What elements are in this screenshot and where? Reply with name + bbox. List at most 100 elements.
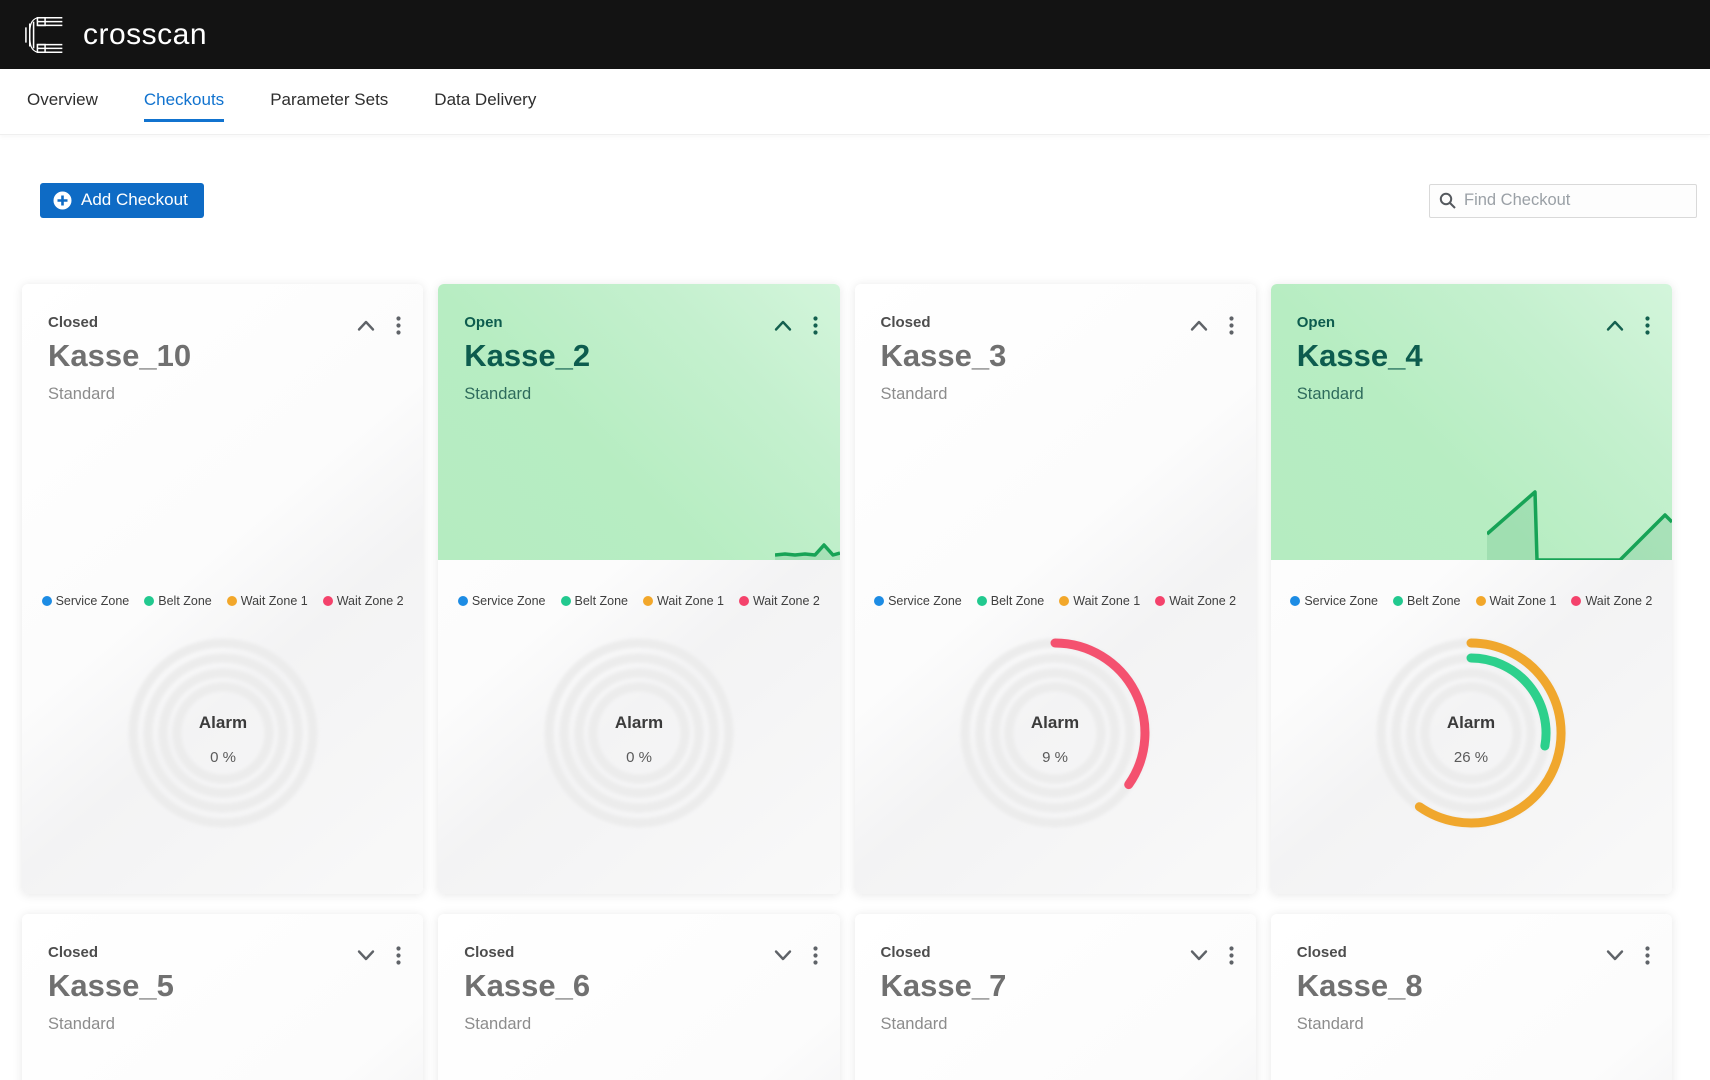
tab-data-delivery[interactable]: Data Delivery bbox=[434, 90, 536, 119]
legend-item: Belt Zone bbox=[144, 594, 212, 608]
alarm-gauge: Alarm9 % bbox=[940, 618, 1170, 848]
add-checkout-button[interactable]: Add Checkout bbox=[40, 183, 204, 218]
card-actions bbox=[1189, 946, 1234, 965]
zone-label: Wait Zone 1 bbox=[657, 594, 724, 608]
checkout-type: Standard bbox=[464, 385, 817, 404]
plus-circle-icon bbox=[53, 191, 72, 210]
checkout-card: Closed Kasse_6 Standard bbox=[438, 914, 839, 1080]
checkout-card: Closed Kasse_8 Standard bbox=[1271, 914, 1672, 1080]
main-nav: Overview Checkouts Parameter Sets Data D… bbox=[0, 69, 1710, 135]
chevron-toggle-icon[interactable] bbox=[773, 317, 793, 334]
status-badge: Closed bbox=[881, 314, 1234, 331]
legend-item: Wait Zone 2 bbox=[739, 594, 820, 608]
checkout-card-header: Closed Kasse_3 Standard bbox=[855, 284, 1256, 560]
kebab-menu-icon[interactable] bbox=[1645, 316, 1650, 335]
status-badge: Closed bbox=[464, 944, 817, 961]
zone-label: Wait Zone 1 bbox=[1490, 594, 1557, 608]
checkout-name: Kasse_10 bbox=[48, 338, 401, 374]
chevron-toggle-icon[interactable] bbox=[1189, 947, 1209, 964]
checkout-name: Kasse_2 bbox=[464, 338, 817, 374]
alarm-gauge-wrap: Alarm26 % bbox=[1271, 618, 1672, 848]
checkout-card-header: Open Kasse_4 Standard bbox=[1271, 284, 1672, 560]
checkout-name: Kasse_4 bbox=[1297, 338, 1650, 374]
zone-dot bbox=[1290, 596, 1300, 606]
gauge-value: 0 % bbox=[626, 749, 652, 766]
zone-dot bbox=[643, 596, 653, 606]
card-actions bbox=[773, 316, 818, 335]
zone-label: Wait Zone 1 bbox=[241, 594, 308, 608]
kebab-menu-icon[interactable] bbox=[813, 316, 818, 335]
checkout-name: Kasse_5 bbox=[48, 968, 401, 1004]
status-badge: Open bbox=[1297, 314, 1650, 331]
legend-item: Service Zone bbox=[1290, 594, 1378, 608]
alarm-gauge: Alarm0 % bbox=[108, 618, 338, 848]
zone-legend: Service Zone Belt Zone Wait Zone 1 Wait Zon… bbox=[855, 594, 1256, 608]
legend-item: Belt Zone bbox=[1393, 594, 1461, 608]
chevron-toggle-icon[interactable] bbox=[356, 947, 376, 964]
checkout-card-body: Service Zone Belt Zone Wait Zone 1 Wait Zon… bbox=[438, 560, 839, 848]
checkout-name: Kasse_6 bbox=[464, 968, 817, 1004]
zone-label: Belt Zone bbox=[575, 594, 629, 608]
chevron-toggle-icon[interactable] bbox=[1189, 317, 1209, 334]
chevron-toggle-icon[interactable] bbox=[1605, 947, 1625, 964]
legend-item: Wait Zone 2 bbox=[323, 594, 404, 608]
chevron-toggle-icon[interactable] bbox=[356, 317, 376, 334]
zone-dot bbox=[144, 596, 154, 606]
zone-dot bbox=[1155, 596, 1165, 606]
status-badge: Closed bbox=[881, 944, 1234, 961]
card-actions bbox=[356, 316, 401, 335]
legend-item: Wait Zone 1 bbox=[1476, 594, 1557, 608]
zone-dot bbox=[1476, 596, 1486, 606]
checkout-grid: Closed Kasse_10 Standard Service Zone Bel… bbox=[0, 284, 1710, 1080]
kebab-menu-icon[interactable] bbox=[1229, 946, 1234, 965]
checkout-card: Open Kasse_4 Standard Service Zone Belt Z… bbox=[1271, 284, 1672, 894]
chevron-toggle-icon[interactable] bbox=[1605, 317, 1625, 334]
tab-parameter-sets[interactable]: Parameter Sets bbox=[270, 90, 388, 119]
kebab-menu-icon[interactable] bbox=[813, 946, 818, 965]
zone-label: Wait Zone 1 bbox=[1073, 594, 1140, 608]
zone-legend: Service Zone Belt Zone Wait Zone 1 Wait Zon… bbox=[438, 594, 839, 608]
checkout-type: Standard bbox=[48, 385, 401, 404]
toolbar: Add Checkout bbox=[0, 183, 1710, 218]
checkout-type: Standard bbox=[881, 385, 1234, 404]
gauge-title: Alarm bbox=[1031, 713, 1079, 732]
checkout-name: Kasse_3 bbox=[881, 338, 1234, 374]
zone-label: Service Zone bbox=[472, 594, 546, 608]
checkout-card: Open Kasse_2 Standard Service Zone Belt Z… bbox=[438, 284, 839, 894]
legend-item: Wait Zone 1 bbox=[227, 594, 308, 608]
kebab-menu-icon[interactable] bbox=[396, 316, 401, 335]
zone-dot bbox=[42, 596, 52, 606]
tab-checkouts[interactable]: Checkouts bbox=[144, 90, 224, 122]
kebab-menu-icon[interactable] bbox=[396, 946, 401, 965]
zone-dot bbox=[1571, 596, 1581, 606]
card-actions bbox=[1605, 946, 1650, 965]
gauge-value: 0 % bbox=[210, 749, 236, 766]
zone-dot bbox=[977, 596, 987, 606]
checkout-type: Standard bbox=[464, 1015, 817, 1034]
kebab-menu-icon[interactable] bbox=[1229, 316, 1234, 335]
zone-label: Service Zone bbox=[888, 594, 962, 608]
kebab-menu-icon[interactable] bbox=[1645, 946, 1650, 965]
chevron-toggle-icon[interactable] bbox=[773, 947, 793, 964]
status-badge: Closed bbox=[1297, 944, 1650, 961]
legend-item: Service Zone bbox=[42, 594, 130, 608]
tab-overview[interactable]: Overview bbox=[27, 90, 98, 119]
zone-dot bbox=[739, 596, 749, 606]
checkout-card-header: Closed Kasse_5 Standard bbox=[22, 914, 423, 1080]
legend-item: Wait Zone 1 bbox=[643, 594, 724, 608]
legend-item: Wait Zone 2 bbox=[1155, 594, 1236, 608]
checkout-type: Standard bbox=[881, 1015, 1234, 1034]
search-input[interactable] bbox=[1464, 191, 1684, 210]
zone-label: Service Zone bbox=[1304, 594, 1378, 608]
checkout-card-header: Open Kasse_2 Standard bbox=[438, 284, 839, 560]
legend-item: Belt Zone bbox=[977, 594, 1045, 608]
gauge-title: Alarm bbox=[615, 713, 663, 732]
occupancy-sparkline bbox=[775, 538, 840, 560]
checkout-card-body: Service Zone Belt Zone Wait Zone 1 Wait Zon… bbox=[22, 560, 423, 848]
gauge-title: Alarm bbox=[1447, 713, 1495, 732]
alarm-gauge-wrap: Alarm0 % bbox=[22, 618, 423, 848]
gauge-arc bbox=[1420, 643, 1562, 823]
zone-label: Service Zone bbox=[56, 594, 130, 608]
search-box bbox=[1429, 184, 1697, 218]
checkout-card-header: Closed Kasse_8 Standard bbox=[1271, 914, 1672, 1080]
